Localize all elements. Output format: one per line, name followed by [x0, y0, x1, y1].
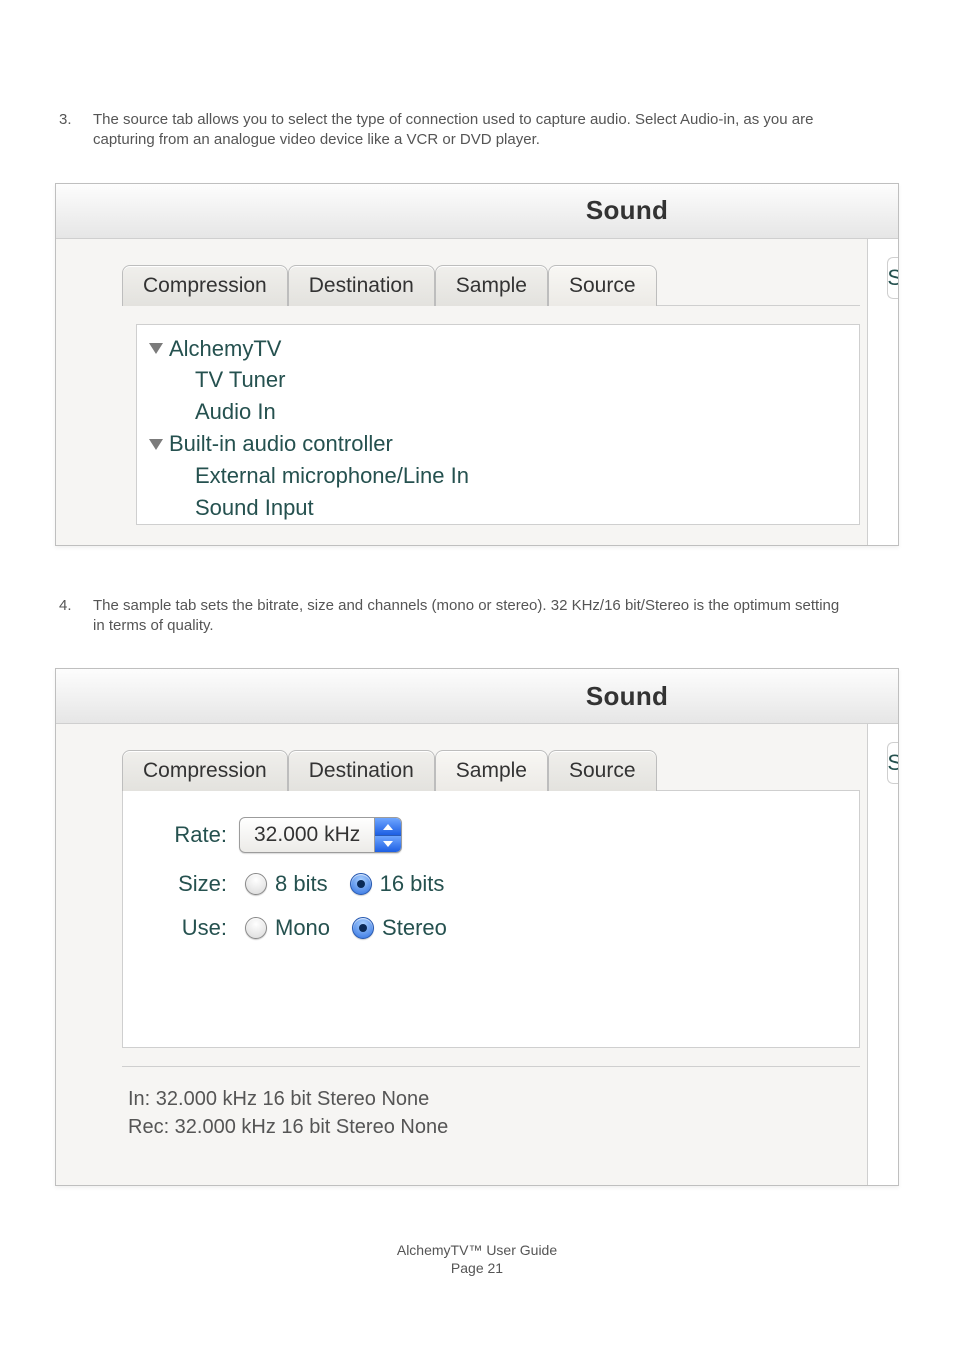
partial-letter: S	[887, 265, 899, 291]
rate-value: 32.000 kHz	[240, 818, 374, 852]
radio-dot-icon	[352, 917, 374, 939]
partial-right-strip: S	[867, 239, 898, 545]
source-tree: AlchemyTV TV Tuner Audio In Built-in aud…	[136, 324, 860, 525]
radio-label: 16 bits	[380, 871, 445, 897]
size-row: Size: 8 bits 16 bits	[141, 871, 841, 897]
tree-item-audio-in[interactable]: Audio In	[137, 396, 859, 428]
status-rec-line: Rec: 32.000 kHz 16 bit Stereo None	[128, 1113, 854, 1141]
tree-item-label: External microphone/Line In	[195, 460, 469, 492]
tree-item-label: Sound Input	[195, 492, 314, 524]
stepper-icon[interactable]	[374, 818, 401, 852]
disclosure-triangle-icon[interactable]	[149, 439, 163, 450]
radio-dot-icon	[245, 873, 267, 895]
radio-label: 8 bits	[275, 871, 328, 897]
rate-label: Rate:	[141, 822, 227, 848]
tree-group-label: Built-in audio controller	[169, 428, 393, 460]
triangle-down-icon	[383, 841, 393, 847]
partial-right-strip: S	[867, 724, 898, 1185]
radio-16bits[interactable]: 16 bits	[350, 871, 445, 897]
tab-bar: Compression Destination Sample Source	[122, 263, 860, 306]
radio-mono[interactable]: Mono	[245, 915, 330, 941]
window-titlebar: Sound	[56, 669, 898, 724]
window-titlebar: Sound	[56, 184, 898, 239]
tree-item-sound-input[interactable]: Sound Input	[137, 492, 859, 524]
tree-group-label: AlchemyTV	[169, 333, 281, 365]
tree-item-label: TV Tuner	[195, 364, 285, 396]
footer-page-number: 21	[488, 1260, 504, 1276]
window-title: Sound	[586, 681, 668, 712]
tree-item-tv-tuner[interactable]: TV Tuner	[137, 364, 859, 396]
size-label: Size:	[141, 871, 227, 897]
tab-sample[interactable]: Sample	[435, 750, 548, 791]
tree-group-builtin-audio[interactable]: Built-in audio controller	[137, 428, 859, 460]
tab-source[interactable]: Source	[548, 750, 657, 791]
radio-8bits[interactable]: 8 bits	[245, 871, 328, 897]
page-footer: AlchemyTV™ User Guide Page 21	[55, 1242, 899, 1276]
use-label: Use:	[141, 915, 227, 941]
sample-tab-content: Rate: 32.000 kHz Size: 8 bits	[122, 791, 860, 1048]
sound-source-panel: Sound S Compression Destination Sample S…	[55, 183, 899, 546]
footer-title: AlchemyTV™ User Guide	[55, 1242, 899, 1258]
footer-page-label: Page	[451, 1260, 488, 1276]
tab-destination[interactable]: Destination	[288, 265, 435, 306]
instruction-text: The source tab allows you to select the …	[93, 110, 853, 151]
instruction-3: 3. The source tab allows you to select t…	[55, 110, 899, 151]
tab-bar: Compression Destination Sample Source	[122, 748, 860, 791]
tree-group-alchemytv[interactable]: AlchemyTV	[137, 333, 859, 365]
radio-label: Mono	[275, 915, 330, 941]
radio-stereo[interactable]: Stereo	[352, 915, 447, 941]
tab-compression[interactable]: Compression	[122, 265, 288, 306]
partial-letter: S	[887, 750, 899, 776]
tab-compression[interactable]: Compression	[122, 750, 288, 791]
tab-sample[interactable]: Sample	[435, 265, 548, 306]
instruction-number: 3.	[55, 110, 93, 130]
radio-label: Stereo	[382, 915, 447, 941]
tab-destination[interactable]: Destination	[288, 750, 435, 791]
tree-item-label: Audio In	[195, 396, 276, 428]
use-row: Use: Mono Stereo	[141, 915, 841, 941]
status-in-line: In: 32.000 kHz 16 bit Stereo None	[128, 1085, 854, 1113]
sound-sample-panel: Sound S Compression Destination Sample S…	[55, 668, 899, 1186]
instruction-4: 4. The sample tab sets the bitrate, size…	[55, 596, 899, 637]
tree-item-ext-mic[interactable]: External microphone/Line In	[137, 460, 859, 492]
radio-dot-icon	[245, 917, 267, 939]
disclosure-triangle-icon[interactable]	[149, 343, 163, 354]
triangle-up-icon	[383, 824, 393, 830]
instruction-text: The sample tab sets the bitrate, size an…	[93, 596, 853, 637]
tab-source[interactable]: Source	[548, 265, 657, 306]
instruction-number: 4.	[55, 596, 93, 616]
rate-combo[interactable]: 32.000 kHz	[239, 817, 402, 853]
window-title: Sound	[586, 195, 668, 226]
status-block: In: 32.000 kHz 16 bit Stereo None Rec: 3…	[122, 1066, 860, 1165]
radio-dot-icon	[350, 873, 372, 895]
rate-row: Rate: 32.000 kHz	[141, 817, 841, 853]
